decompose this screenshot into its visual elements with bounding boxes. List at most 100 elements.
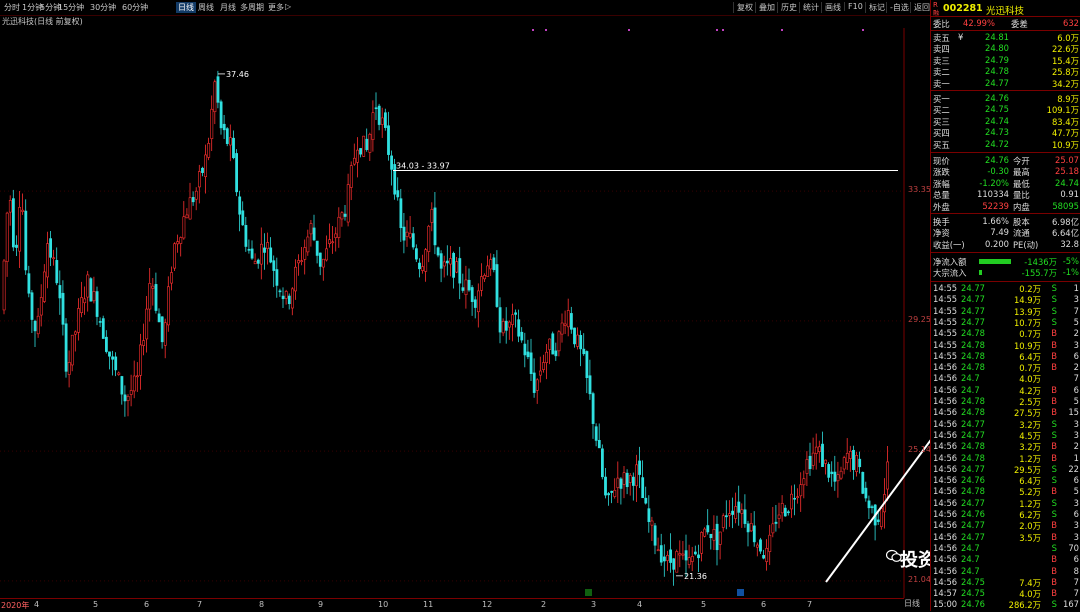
candle-body [675, 551, 679, 573]
toolbar-button-7[interactable]: -自选 [886, 2, 909, 13]
candle-body [470, 287, 474, 302]
candle-body [656, 549, 660, 552]
toolbar-button-1[interactable]: 叠加 [755, 2, 775, 13]
candle-body [179, 237, 183, 244]
toolbar-button-2[interactable]: 历史 [777, 2, 797, 13]
cell: 0.7万 [1019, 363, 1041, 374]
event-marker [862, 29, 864, 31]
event-flag-icon[interactable] [585, 589, 592, 596]
cell: 83.4万 [1051, 116, 1079, 127]
candle-body [287, 295, 291, 305]
more-chevron-icon[interactable]: ▷ [285, 2, 291, 11]
cell: 量比 [1013, 190, 1030, 201]
y-tick-label: 21.04 [908, 574, 931, 584]
candle-body [439, 253, 443, 269]
candle-body [855, 455, 859, 472]
candle-body [12, 198, 15, 248]
period-tab-10[interactable]: 更多 [268, 2, 284, 13]
event-flag-icon[interactable] [737, 589, 744, 596]
candle-body [486, 265, 490, 277]
low-label: 21.36 [684, 572, 707, 581]
candle-body [703, 528, 707, 537]
period-tab-8[interactable]: 月线 [220, 2, 236, 13]
period-tab-3[interactable]: 15分钟 [58, 2, 84, 13]
cell: 52239 [982, 200, 1009, 211]
cell: S [1051, 599, 1057, 610]
candle-body [216, 76, 220, 103]
cell: 7.4万 [1019, 577, 1041, 588]
period-tab-0[interactable]: 分时 [4, 2, 20, 13]
toolbar-button-4[interactable]: 画线 [821, 2, 841, 13]
stock-code[interactable]: 002281 [943, 3, 983, 14]
candle-body [154, 284, 158, 311]
toolbar-button-5[interactable]: F10 [844, 2, 863, 11]
candle-body [95, 291, 99, 317]
candle-body [504, 320, 508, 331]
period-tab-7[interactable]: 周线 [198, 2, 214, 13]
toolbar-button-6[interactable]: 标记 [865, 2, 885, 13]
cell: 29.5万 [1013, 464, 1041, 475]
period-tab-5[interactable]: 60分钟 [122, 2, 148, 13]
cell: 0.200 [985, 238, 1009, 249]
tick-row: 14:55 24.77 14.9万 S 3 [933, 294, 1079, 305]
tick-row: 14:56 24.77 2.0万 B 3 [933, 520, 1079, 531]
period-toolbar: 分时 1分钟 5分钟 15分钟 30分钟 60分钟 日线 周线 月线 多周期 更多 ▷ 复权 叠加 历史 统计… [0, 0, 1080, 16]
cell: 2 [1073, 441, 1079, 452]
toolbar-button-0[interactable]: 复权 [733, 2, 753, 13]
cell: 24.77 [961, 531, 985, 542]
cell: 24.78 [985, 66, 1009, 77]
cell: 14:56 [933, 565, 958, 576]
kline-chart[interactable]: 34.03 - 33.97 37.46 21.36 [0, 28, 930, 598]
candle-body [387, 125, 390, 155]
quote-row: 现价 24.76 今开 25.07 [933, 155, 1079, 166]
candle-body [294, 266, 297, 292]
tick-row: 14:55 24.77 10.7万 S 5 [933, 317, 1079, 328]
cell: 卖一 [933, 78, 950, 89]
period-tab-4[interactable]: 30分钟 [90, 2, 116, 13]
candle-body [396, 190, 400, 198]
candle-body [600, 448, 604, 478]
cell: 卖四 [933, 44, 950, 55]
cell: S [1051, 294, 1057, 305]
candle-body [300, 260, 304, 262]
period-tab-6[interactable]: 日线 [176, 2, 196, 13]
cell: 0.91 [1060, 189, 1079, 200]
candle-body [684, 550, 688, 561]
candle-body [229, 137, 232, 146]
x-tick-label: 4 [637, 600, 643, 609]
toolbar-button-8[interactable]: 返回 [910, 2, 930, 13]
candle-body [582, 348, 586, 355]
cell: 24.77 [961, 463, 985, 474]
cell: 4.5万 [1019, 430, 1041, 441]
cell: 14:56 [933, 384, 958, 395]
candle-body [145, 308, 149, 340]
candle-body [799, 484, 803, 497]
cell: B [1051, 362, 1057, 373]
candle-body [383, 112, 387, 128]
cell: -1436万 [1024, 257, 1057, 267]
candle-body [250, 248, 254, 259]
cell: S [1051, 497, 1057, 508]
cell: -0.30 [987, 166, 1009, 177]
candle-body [126, 395, 130, 401]
candle-body [452, 252, 456, 278]
sell-level-row: 卖一 24.77 34.2万 [933, 78, 1079, 89]
candle-body [526, 351, 530, 358]
toolbar-button-3[interactable]: 统计 [799, 2, 819, 13]
stock-name[interactable]: 光迅科技 [986, 3, 1024, 17]
candle-body [774, 521, 778, 524]
candle-body [532, 372, 536, 393]
period-tab-9[interactable]: 多周期 [240, 2, 264, 13]
cell: -5% [1062, 256, 1079, 266]
quote-row: 涨幅 -1.20% 最低 24.74 [933, 178, 1079, 189]
cell: B [1051, 396, 1057, 406]
cell: B [1051, 554, 1057, 565]
cell: 6.98亿 [1051, 217, 1079, 227]
candle-body [709, 533, 713, 539]
cell: 3.2万 [1019, 419, 1041, 430]
cell: B [1051, 520, 1057, 531]
buy-level-row: 买五 24.72 10.9万 [933, 139, 1079, 150]
cell: B [1051, 339, 1057, 350]
cell: 卖五 [933, 33, 950, 43]
candle-body [55, 260, 59, 284]
